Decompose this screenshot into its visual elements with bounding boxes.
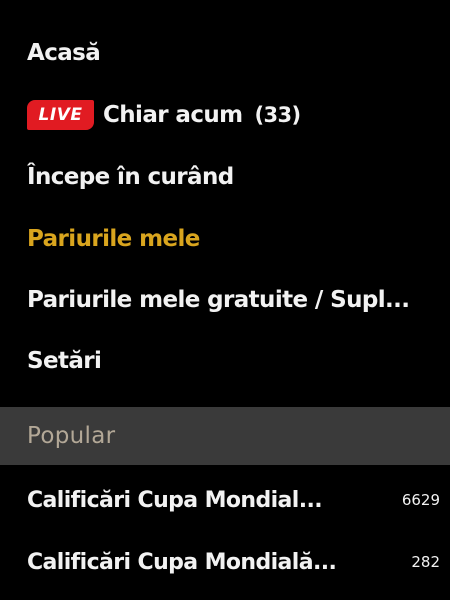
- nav-item-home-label: Acasă: [27, 40, 101, 66]
- nav-item-my-bets-label: Pariurile mele: [27, 226, 200, 252]
- section-header-popular-label: Popular: [27, 423, 116, 449]
- nav-item-starting-soon[interactable]: Începe în curând: [27, 157, 437, 197]
- nav-item-live-label: Chiar acum: [103, 102, 243, 128]
- nav-item-my-free-bets-label: Pariurile mele gratuite / Supl...: [27, 287, 410, 313]
- nav-item-live[interactable]: LIVE Chiar acum (33): [27, 95, 437, 135]
- popular-item-label: Calificări Cupa Mondial...: [27, 487, 322, 513]
- nav-item-settings-label: Setări: [27, 348, 102, 374]
- nav-item-my-free-bets[interactable]: Pariurile mele gratuite / Supl...: [27, 280, 437, 320]
- popular-item-count: 6629: [401, 491, 440, 509]
- nav-item-my-bets[interactable]: Pariurile mele: [27, 219, 437, 259]
- section-header-popular: Popular: [0, 407, 450, 465]
- nav-item-starting-soon-label: Începe în curând: [27, 164, 234, 190]
- sidebar-menu: Acasă LIVE Chiar acum (33) Începe în cur…: [0, 0, 450, 600]
- nav-item-home[interactable]: Acasă: [27, 33, 437, 73]
- live-count: (33): [254, 103, 302, 127]
- popular-item[interactable]: Calificări Cupa Mondial... 6629: [27, 480, 440, 520]
- nav-item-settings[interactable]: Setări: [27, 341, 437, 381]
- live-badge: LIVE: [27, 100, 94, 130]
- popular-item[interactable]: Calificări Cupa Mondială... 282: [27, 542, 440, 582]
- popular-item-count: 282: [411, 553, 440, 571]
- popular-item-label: Calificări Cupa Mondială...: [27, 549, 337, 575]
